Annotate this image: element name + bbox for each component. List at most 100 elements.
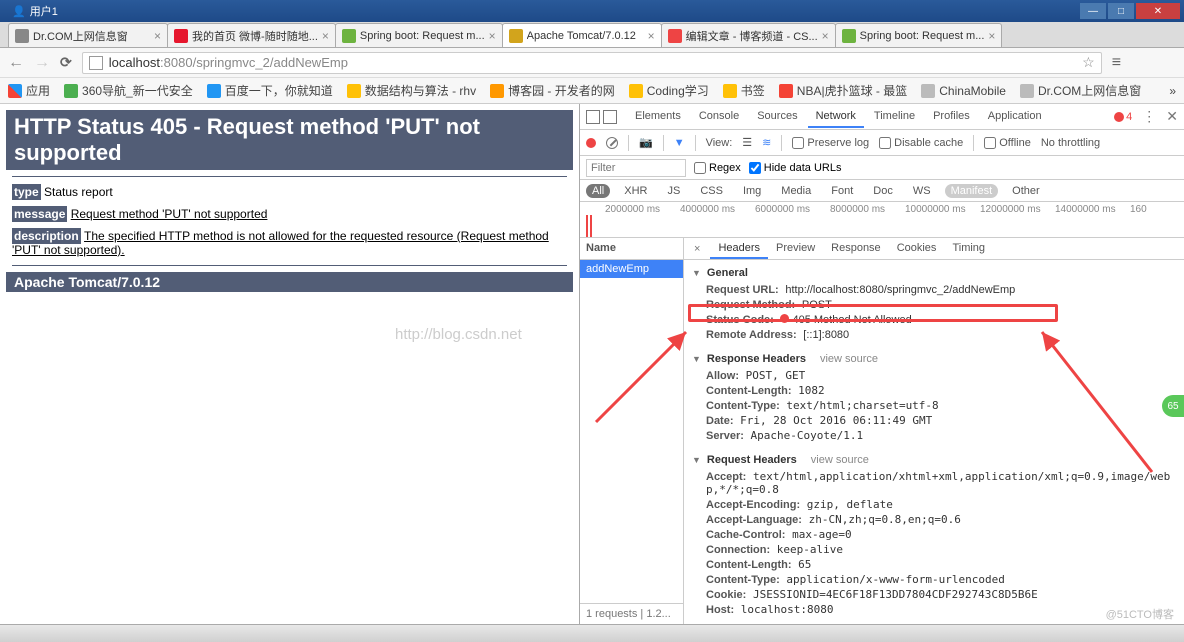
browser-tab[interactable]: Spring boot: Request m...× [335,23,503,47]
waterfall-icon[interactable]: ≋ [762,136,771,149]
detail-tabs: × HeadersPreviewResponseCookiesTiming [684,238,1184,260]
hide-data-urls-checkbox[interactable]: Hide data URLs [749,162,842,174]
header-row: Connection: keep-alive [692,542,1176,557]
tab-close-icon[interactable]: × [644,29,655,43]
devtools-tab[interactable]: Sources [749,106,805,128]
devtools-tab[interactable]: Profiles [925,106,978,128]
bookmark-item[interactable]: 百度一下，你就知道 [207,82,333,99]
type-filter-button[interactable]: All [586,184,610,198]
bookmark-item[interactable]: 博客园 - 开发者的网 [490,82,615,99]
type-filter-button[interactable]: Font [825,184,859,198]
record-button[interactable] [586,138,596,148]
response-headers-title[interactable]: Response Headersview source [692,350,1176,368]
filter-input[interactable] [586,159,686,177]
nav-back-button[interactable]: ← [8,54,24,72]
header-row: Accept-Encoding: gzip, deflate [692,497,1176,512]
bookmark-item[interactable]: 数据结构与算法 - rhv [347,82,476,99]
header-row: Accept-Language: zh-CN,zh;q=0.8,en;q=0.6 [692,512,1176,527]
windows-taskbar[interactable] [0,624,1184,642]
bookmark-item[interactable]: NBA|虎扑篮球 - 最篮 [779,82,907,99]
devtools-menu-icon[interactable]: ⋮ [1142,108,1156,125]
clear-button[interactable] [606,137,618,149]
header-row: Content-Type: application/x-www-form-url… [692,572,1176,587]
request-headers-title[interactable]: Request Headersview source [692,451,1176,469]
details-close-icon[interactable]: × [688,243,706,255]
chrome-menu-icon[interactable]: ≡ [1112,54,1121,72]
devtools-tab[interactable]: Application [980,106,1050,128]
devtools-tab[interactable]: Timeline [866,106,923,128]
regex-checkbox[interactable]: Regex [694,162,741,174]
type-filter-button[interactable]: JS [661,184,686,198]
inspect-element-icon[interactable] [586,110,600,124]
bookmark-item[interactable]: Coding学习 [629,82,709,99]
request-details: × HeadersPreviewResponseCookiesTiming Ge… [684,238,1184,624]
bookmark-icon [921,84,935,98]
tab-close-icon[interactable]: × [984,29,995,43]
detail-tab[interactable]: Timing [944,239,993,259]
timeline[interactable]: 2000000 ms4000000 ms6000000 ms8000000 ms… [580,202,1184,238]
offline-checkbox[interactable]: Offline [984,137,1031,149]
devtools-tab[interactable]: Console [691,106,747,128]
csdn-watermark: http://blog.csdn.net [395,326,522,343]
page-icon [89,56,103,70]
devtools-tab[interactable]: Elements [627,106,689,128]
error-count-badge[interactable]: 4 [1114,111,1132,123]
window-close-button[interactable]: ✕ [1136,3,1180,19]
type-filter-button[interactable]: Img [737,184,767,198]
throttle-select[interactable]: No throttling [1041,137,1100,149]
tab-close-icon[interactable]: × [318,29,329,43]
type-filter-button[interactable]: WS [907,184,937,198]
name-header[interactable]: Name [580,238,683,260]
devtools-close-icon[interactable]: ✕ [1166,108,1178,125]
detail-tab[interactable]: Response [823,239,889,259]
content-row: HTTP Status 405 - Request method 'PUT' n… [0,104,1184,624]
devtools-tab[interactable]: Network [808,106,864,128]
device-mode-icon[interactable] [603,110,617,124]
tab-close-icon[interactable]: × [818,29,829,43]
address-bar[interactable]: localhost:8080/springmvc_2/addNewEmp ☆ [82,52,1102,74]
disable-cache-checkbox[interactable]: Disable cache [879,137,963,149]
type-filter-row: All XHR JS CSS Img Media Font Doc WS Manifest Othe… [580,180,1184,202]
bookmark-item[interactable]: Dr.COM上网信息窗 [1020,82,1141,99]
detail-tab[interactable]: Cookies [889,239,945,259]
bookmark-item[interactable]: ChinaMobile [921,82,1006,99]
browser-tabs-row: Dr.COM上网信息窗×我的首页 微博-随时随地...×Spring boot:… [0,22,1184,48]
bookmark-icon [207,84,221,98]
error-heading: HTTP Status 405 - Request method 'PUT' n… [6,110,573,170]
bookmark-star-icon[interactable]: ☆ [1082,54,1095,71]
header-row: Content-Type: text/html;charset=utf-8 [692,398,1176,413]
browser-tab[interactable]: 我的首页 微博-随时随地...× [167,23,336,47]
filter-toggle-icon[interactable]: ▼ [674,137,685,149]
large-rows-icon[interactable]: ☰ [742,136,752,149]
bookmark-icon [64,84,78,98]
type-filter-button[interactable]: CSS [694,184,729,198]
tab-close-icon[interactable]: × [485,29,496,43]
side-badge[interactable]: 65 [1162,395,1184,417]
type-filter-button[interactable]: XHR [618,184,653,198]
tab-close-icon[interactable]: × [150,29,161,43]
bookmark-item[interactable]: 书签 [723,82,765,99]
devtools-main: Name addNewEmp 1 requests | 1.2... × Hea… [580,238,1184,624]
type-filter-button[interactable]: Manifest [945,184,999,198]
nav-forward-button[interactable]: → [34,54,50,72]
capture-screenshot-icon[interactable]: 📷 [639,136,653,149]
general-title[interactable]: General [692,264,1176,282]
window-maximize-button[interactable]: □ [1108,3,1134,19]
type-filter-button[interactable]: Doc [867,184,899,198]
browser-tab[interactable]: Spring boot: Request m...× [835,23,1003,47]
detail-tab[interactable]: Preview [768,239,823,259]
request-row[interactable]: addNewEmp [580,260,683,278]
bookmark-item[interactable]: 360导航_新一代安全 [64,82,193,99]
window-minimize-button[interactable]: — [1080,3,1106,19]
browser-tab[interactable]: 编辑文章 - 博客频道 - CS...× [661,23,836,47]
browser-tab[interactable]: Dr.COM上网信息窗× [8,23,168,47]
type-filter-button[interactable]: Media [775,184,817,198]
type-filter-button[interactable]: Other [1006,184,1046,198]
preserve-log-checkbox[interactable]: Preserve log [792,137,869,149]
timeline-tick: 160 [1130,204,1147,215]
bookmarks-overflow-icon[interactable]: » [1169,84,1176,98]
reload-button[interactable]: ⟳ [60,54,72,71]
browser-tab[interactable]: Apache Tomcat/7.0.12× [502,23,662,47]
detail-tab[interactable]: Headers [710,239,768,259]
apps-button[interactable]: 应用 [8,82,50,99]
